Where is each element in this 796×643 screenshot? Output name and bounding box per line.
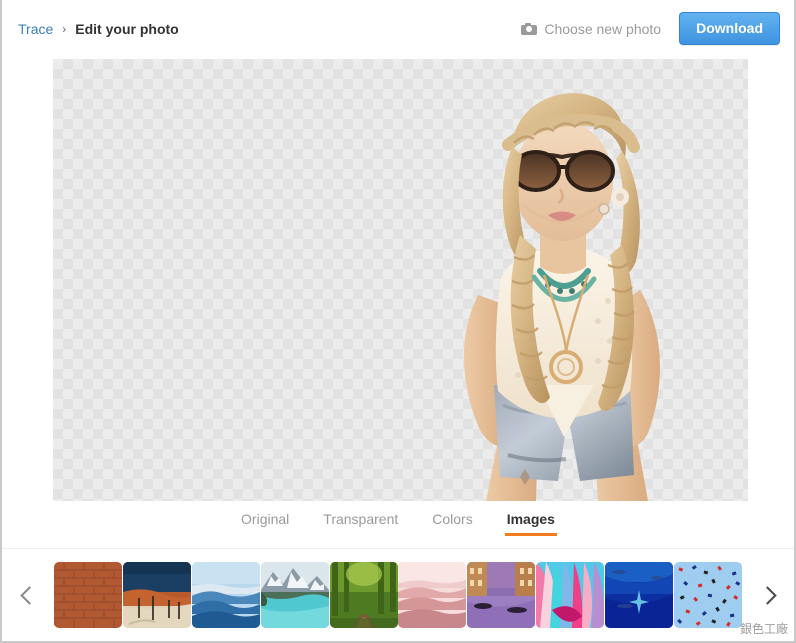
prev-thumbnails-button[interactable] [6,549,52,641]
download-button[interactable]: Download [679,12,780,45]
thumbnail-confetti-blue[interactable] [673,562,742,628]
subject-cutout-image [463,93,660,501]
tab-colors[interactable]: Colors [415,512,489,536]
background-thumbnail-strip [2,548,794,641]
thumbnail-forest-path[interactable] [329,562,398,628]
tab-images[interactable]: Images [490,512,572,536]
thumbnail-blue-mountains[interactable] [191,562,260,628]
thumbnail-deep-blue-sea[interactable] [605,562,673,628]
chevron-left-icon [19,585,39,605]
photo-canvas[interactable] [53,59,748,501]
breadcrumb: Trace › Edit your photo [18,21,179,37]
thumbnail-brick-wall[interactable] [54,562,122,628]
breadcrumb-separator-icon: › [62,21,67,36]
chevron-right-icon [757,585,777,605]
thumbnail-list [52,562,744,628]
thumbnail-abstract-color[interactable] [536,562,605,628]
breadcrumb-current: Edit your photo [75,20,179,37]
app-window: Trace › Edit your photo Choose new photo… [0,0,796,643]
breadcrumb-root-link[interactable]: Trace [18,21,53,37]
thumbnail-pink-mountains[interactable] [398,562,467,628]
choose-new-photo-button[interactable]: Choose new photo [521,21,661,37]
watermark: 銀色工廠 [739,622,788,636]
tab-original[interactable]: Original [224,512,306,536]
view-mode-tabs: Original Transparent Colors Images [2,501,794,548]
thumbnail-venice-canal[interactable] [467,562,536,628]
camera-icon [521,22,538,35]
header-bar: Trace › Edit your photo Choose new photo… [2,0,794,57]
tab-transparent[interactable]: Transparent [306,512,415,536]
canvas-wrapper [2,57,794,501]
thumbnail-desert-dunes[interactable] [122,562,191,628]
choose-new-photo-label: Choose new photo [544,20,662,37]
thumbnail-turquoise-lake[interactable] [260,562,329,628]
